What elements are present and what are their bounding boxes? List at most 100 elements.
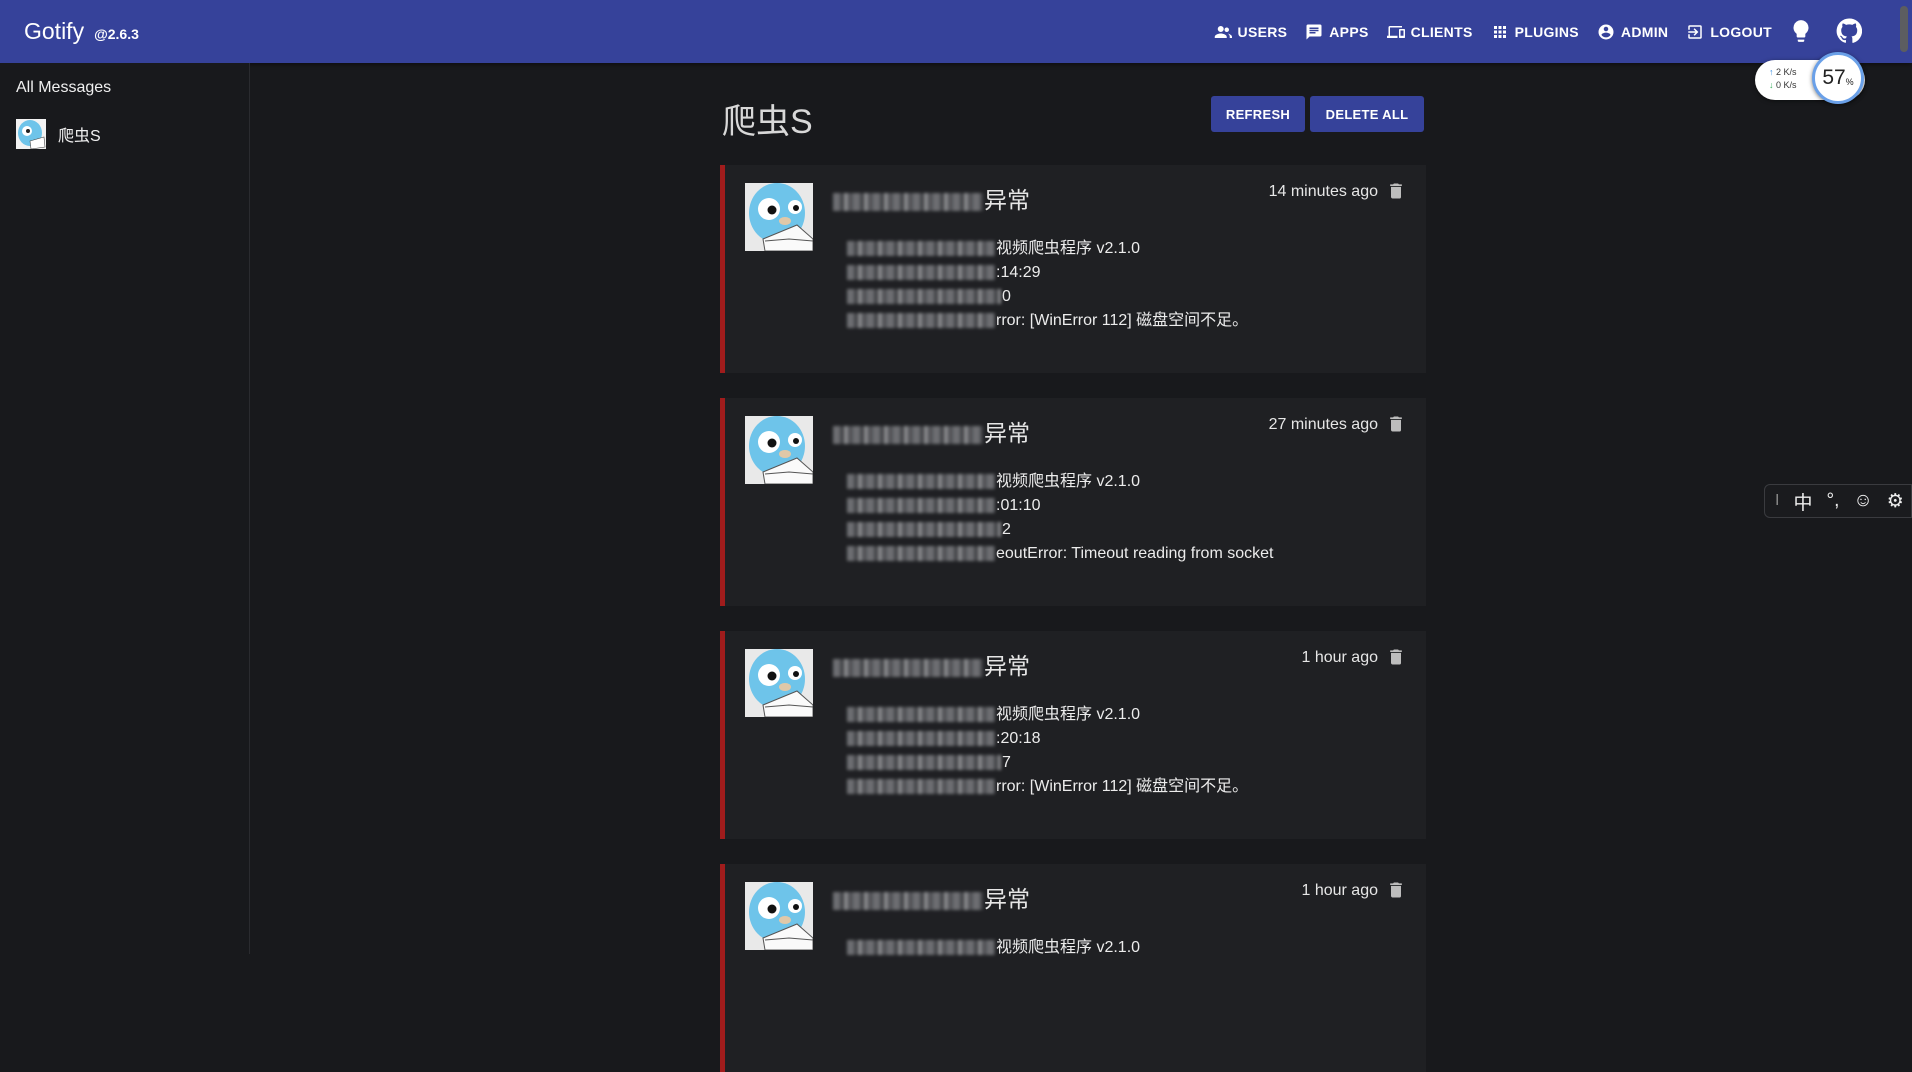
message-line-text: 视频爬虫程序 v2.1.0 xyxy=(996,939,1141,956)
scrollbar-thumb[interactable] xyxy=(1900,6,1908,52)
redacted-text xyxy=(833,658,983,677)
message-line: :14:29 xyxy=(847,261,1248,285)
ime-punctuation-toggle[interactable]: °, xyxy=(1826,490,1839,512)
message-body: 视频爬虫程序 v2.1.0 :01:10 2 eoutError: Timeout r… xyxy=(847,470,1273,566)
message-line: 视频爬虫程序 v2.1.0 xyxy=(847,936,1140,960)
message-line: rror: [WinError 112] 磁盘空间不足。 xyxy=(847,775,1248,799)
redacted-text xyxy=(847,522,1001,538)
message-timestamp: 1 hour ago xyxy=(1301,882,1378,899)
nav-clients[interactable]: CLIENTS xyxy=(1386,23,1473,41)
message-title-suffix: 异常 xyxy=(984,187,1030,213)
gopher-avatar-icon xyxy=(745,416,813,484)
message-line-text: :20:18 xyxy=(996,730,1041,747)
message-line-text: 0 xyxy=(1002,288,1011,305)
gauge-unit: % xyxy=(1845,77,1854,87)
message-line: rror: [WinError 112] 磁盘空间不足。 xyxy=(847,309,1248,333)
nav-admin[interactable]: ADMIN xyxy=(1597,23,1668,41)
app-bar: Gotify @2.6.3 USERS APPS CLIENTS PLUGINS… xyxy=(0,0,1912,63)
message-line: 视频爬虫程序 v2.1.0 xyxy=(847,703,1248,727)
redacted-text xyxy=(847,289,1001,305)
message-line: 2 xyxy=(847,518,1273,542)
nav-users[interactable]: USERS xyxy=(1214,23,1288,41)
message-body: 视频爬虫程序 v2.1.0 :14:29 0 rror: [WinError 112]… xyxy=(847,237,1248,333)
sidebar-item-app[interactable]: 爬虫S xyxy=(16,119,101,149)
settings-icon[interactable]: ⚙ xyxy=(1887,490,1904,513)
download-speed: ↓ 0 K/s xyxy=(1769,80,1797,90)
redacted-text xyxy=(847,474,995,490)
lightbulb-theme-icon[interactable] xyxy=(1788,18,1814,44)
trash-icon[interactable] xyxy=(1386,181,1406,201)
message-title-suffix: 异常 xyxy=(984,653,1030,679)
sidebar: All Messages 爬虫S xyxy=(0,63,250,954)
top-nav: USERS APPS CLIENTS PLUGINS ADMIN LOGOUT xyxy=(1214,0,1772,63)
trash-icon[interactable] xyxy=(1386,647,1406,667)
trash-icon[interactable] xyxy=(1386,414,1406,434)
message-line-text: 视频爬虫程序 v2.1.0 xyxy=(996,473,1141,490)
nav-logout-label: LOGOUT xyxy=(1710,23,1772,40)
nav-apps[interactable]: APPS xyxy=(1305,23,1368,41)
account-icon xyxy=(1598,24,1614,39)
redacted-text xyxy=(847,707,995,723)
refresh-button[interactable]: REFRESH xyxy=(1211,96,1305,132)
sidebar-item-all-messages[interactable]: All Messages xyxy=(16,79,111,97)
message-title: 异常 xyxy=(833,647,1030,681)
redacted-text xyxy=(847,241,995,257)
message-title: 异常 xyxy=(833,414,1030,448)
message-line: 0 xyxy=(847,285,1248,309)
message-card: 异常 1 hour ago 视频爬虫程序 v2.1.0 xyxy=(720,864,1426,1072)
emoji-icon[interactable]: ☺ xyxy=(1853,490,1872,512)
nav-plugins-label: PLUGINS xyxy=(1514,23,1579,40)
message-line-text: 视频爬虫程序 v2.1.0 xyxy=(996,706,1141,723)
redacted-text xyxy=(847,779,995,795)
ime-toolbar: I 中 °, ☺ ⚙ xyxy=(1764,484,1912,518)
gauge-value: 57 xyxy=(1822,66,1846,89)
github-icon[interactable] xyxy=(1836,18,1862,44)
message-line: 视频爬虫程序 v2.1.0 xyxy=(847,237,1248,261)
ime-cursor: I xyxy=(1775,492,1780,509)
devices-icon xyxy=(1386,25,1405,38)
redacted-text xyxy=(833,891,983,910)
message-line-text: rror: [WinError 112] 磁盘空间不足。 xyxy=(996,778,1249,795)
message-timestamp: 14 minutes ago xyxy=(1268,183,1378,200)
delete-all-button[interactable]: DELETE ALL xyxy=(1310,96,1424,132)
upload-speed: ↑ 2 K/s xyxy=(1769,67,1797,77)
message-line: :20:18 xyxy=(847,727,1248,751)
message-title-suffix: 异常 xyxy=(984,420,1030,446)
redacted-text xyxy=(847,731,995,747)
apps-grid-icon xyxy=(1493,25,1506,38)
gopher-avatar-icon xyxy=(16,119,46,149)
redacted-text xyxy=(833,425,983,444)
app-name: Gotify xyxy=(24,18,85,44)
message-line-text: 2 xyxy=(1002,521,1011,538)
message-line-text: eoutError: Timeout reading from socket xyxy=(996,545,1274,562)
gopher-avatar-icon xyxy=(745,882,813,950)
message-line: :01:10 xyxy=(847,494,1273,518)
redacted-text xyxy=(847,498,995,514)
nav-plugins[interactable]: PLUGINS xyxy=(1491,23,1579,41)
message-line-text: 视频爬虫程序 v2.1.0 xyxy=(996,240,1141,257)
message-line: 视频爬虫程序 v2.1.0 xyxy=(847,470,1273,494)
gopher-avatar-icon xyxy=(745,649,813,717)
nav-users-label: USERS xyxy=(1237,23,1288,40)
redacted-text xyxy=(847,940,995,956)
ime-language-toggle[interactable]: 中 xyxy=(1793,488,1812,515)
memory-gauge[interactable]: 57% xyxy=(1812,52,1864,104)
redacted-text xyxy=(847,755,1001,771)
message-body: 视频爬虫程序 v2.1.0 xyxy=(847,936,1140,960)
message-body: 视频爬虫程序 v2.1.0 :20:18 7 rror: [WinError 112]… xyxy=(847,703,1248,799)
nav-logout[interactable]: LOGOUT xyxy=(1686,23,1772,41)
users-icon xyxy=(1214,25,1232,38)
redacted-text xyxy=(847,313,995,329)
redacted-text xyxy=(847,546,995,562)
gopher-avatar-icon xyxy=(745,183,813,251)
message-line: eoutError: Timeout reading from socket xyxy=(847,542,1273,566)
page-title: 爬虫S xyxy=(722,103,813,141)
message-card: 异常 27 minutes ago 视频爬虫程序 v2.1.0 :01:10 2 eo… xyxy=(720,398,1426,606)
message-title: 异常 xyxy=(833,181,1030,215)
message-line-text: :01:10 xyxy=(996,497,1041,514)
message-line: 7 xyxy=(847,751,1248,775)
brand[interactable]: Gotify @2.6.3 xyxy=(24,18,139,45)
chat-icon xyxy=(1306,24,1322,39)
message-timestamp: 27 minutes ago xyxy=(1268,416,1378,433)
trash-icon[interactable] xyxy=(1386,880,1406,900)
